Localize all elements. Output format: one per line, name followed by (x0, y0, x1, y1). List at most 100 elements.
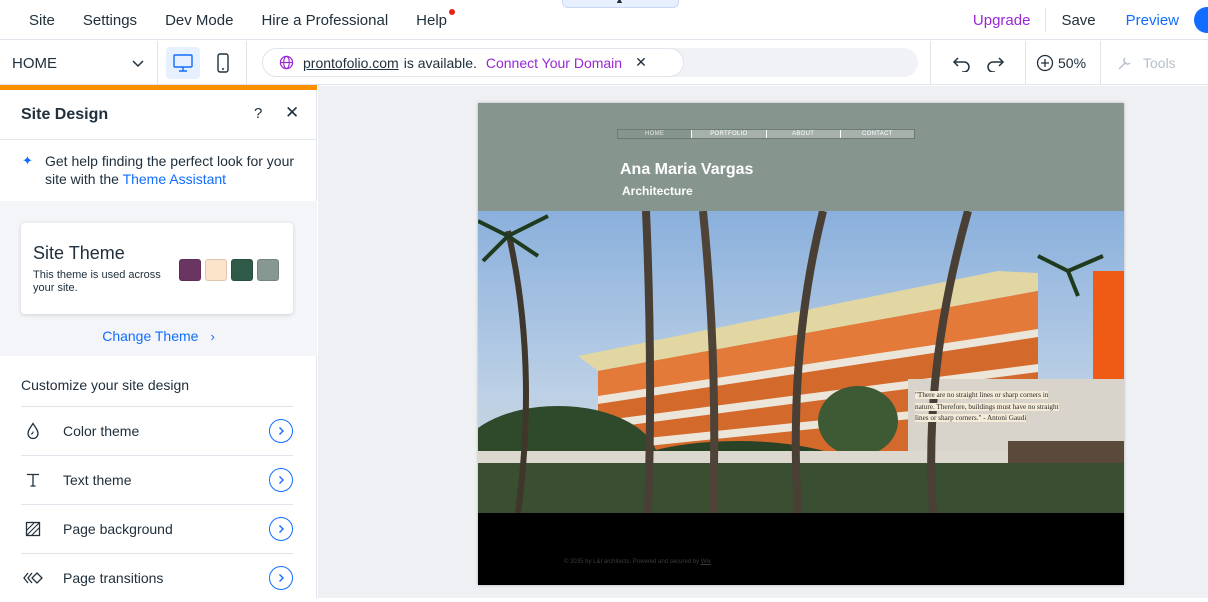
chevron-right-icon (269, 517, 293, 541)
redo-button[interactable] (983, 51, 1007, 75)
divider (1100, 41, 1101, 85)
assistant-text: Get help finding the perfect look for yo… (45, 152, 302, 188)
gaudi-quote[interactable]: "There are no straight lines or sharp co… (915, 390, 1063, 425)
option-page-background[interactable]: Page background (21, 504, 293, 553)
site-nav-menu[interactable]: HOME PORTFOLIO ABOUT CONTACT (617, 129, 915, 139)
domain-status: is available. (403, 54, 477, 71)
background-icon (22, 518, 44, 540)
site-nav-home[interactable]: HOME (618, 130, 693, 138)
change-theme-link[interactable]: Change Theme › (0, 328, 317, 344)
divider (930, 41, 931, 85)
close-panel-button[interactable]: ✕ (285, 103, 299, 123)
globe-icon (279, 55, 294, 70)
site-header[interactable]: HOME PORTFOLIO ABOUT CONTACT Ana Maria V… (478, 103, 1124, 211)
domain-link[interactable]: prontofolio.com (303, 55, 399, 71)
tools-label: Tools (1143, 55, 1176, 71)
mobile-view-button[interactable] (206, 47, 240, 79)
menu-help[interactable]: Help (402, 8, 461, 29)
color-swatch (179, 259, 201, 281)
panel-accent-line (0, 85, 317, 90)
color-swatch (231, 259, 253, 281)
menu-hire-professional[interactable]: Hire a Professional (247, 12, 402, 29)
site-nav-contact[interactable]: CONTACT (840, 130, 914, 138)
hero-image[interactable]: "There are no straight lines or sharp co… (478, 211, 1124, 513)
theme-section: Site Theme This theme is used across you… (0, 201, 317, 356)
top-bar: Site Settings Dev Mode Hire a Profession… (0, 0, 1208, 40)
menu-site[interactable]: Site (0, 12, 69, 29)
site-nav-portfolio[interactable]: PORTFOLIO (692, 130, 767, 138)
wix-link[interactable]: Wix (701, 559, 711, 565)
menu-help-label: Help (416, 11, 448, 29)
panel-title: Site Design (21, 106, 109, 123)
color-swatch (257, 259, 279, 281)
site-name[interactable]: Ana Maria Vargas (620, 161, 753, 179)
desktop-icon (173, 54, 193, 72)
page-selector-label: HOME (12, 54, 57, 72)
theme-swatches (179, 259, 279, 281)
site-footer[interactable]: © 2035 by L&I architects. Powered and se… (564, 559, 711, 565)
site-preview[interactable]: HOME PORTFOLIO ABOUT CONTACT Ana Maria V… (478, 103, 1124, 585)
chevron-down-icon (132, 60, 144, 68)
divider (246, 41, 247, 85)
connect-domain-link[interactable]: Connect Your Domain (486, 55, 622, 71)
chevron-up-icon: ▲ (615, 0, 624, 5)
site-subtitle[interactable]: Architecture (622, 184, 693, 198)
chevron-right-icon (269, 419, 293, 443)
building-photo (478, 211, 1124, 513)
undo-button[interactable] (950, 51, 974, 75)
url-bar: prontofolio.com is available. Connect Yo… (262, 48, 918, 77)
color-swatch (205, 259, 227, 281)
option-text-theme[interactable]: Text theme (21, 455, 293, 504)
mobile-icon (217, 53, 229, 73)
notification-dot (449, 8, 456, 15)
zoom-control[interactable]: 50% (1036, 41, 1086, 85)
site-design-panel: Site Design ? ✕ ✦ Get help finding the p… (0, 85, 317, 598)
publish-button[interactable] (1194, 7, 1208, 33)
site-theme-description: This theme is used across your site. (33, 269, 161, 294)
site-theme-card[interactable]: Site Theme This theme is used across you… (21, 223, 293, 314)
tools-icon (1118, 57, 1131, 70)
chevron-right-icon: › (210, 329, 215, 344)
tools-button[interactable]: Tools (1116, 41, 1176, 85)
divider (1025, 41, 1026, 85)
site-theme-title: Site Theme (33, 243, 125, 263)
editor-toolbar: HOME prontofolio.com is available. Conne… (0, 41, 1208, 85)
divider (0, 139, 317, 140)
droplet-icon (22, 420, 44, 442)
upgrade-button[interactable]: Upgrade (973, 12, 1046, 29)
desktop-view-button[interactable] (166, 47, 200, 79)
option-page-transitions[interactable]: Page transitions (21, 553, 293, 602)
chevron-right-icon (269, 468, 293, 492)
gaudi-quote-text: "There are no straight lines or sharp co… (915, 391, 1059, 422)
customize-heading: Customize your site design (21, 377, 190, 393)
help-button[interactable]: ? (254, 105, 262, 122)
theme-assistant-link[interactable]: Theme Assistant (123, 171, 227, 187)
redo-icon (987, 57, 1005, 72)
text-icon (22, 469, 44, 491)
zoom-level: 50% (1058, 55, 1087, 71)
save-button[interactable]: Save (1046, 12, 1110, 29)
undo-icon (952, 57, 970, 72)
site-nav-about[interactable]: ABOUT (766, 130, 841, 138)
menu-dev-mode[interactable]: Dev Mode (151, 12, 247, 29)
option-label: Color theme (63, 423, 140, 439)
option-label: Page transitions (63, 570, 164, 586)
top-menu: Site Settings Dev Mode Hire a Profession… (0, 0, 461, 40)
collapse-tab[interactable]: ▲ (562, 0, 679, 8)
option-label: Text theme (63, 472, 132, 488)
change-theme-label: Change Theme (102, 328, 199, 344)
chevron-right-icon (269, 566, 293, 590)
site-footer-text: © 2035 by L&I architects. Powered and se… (564, 559, 701, 565)
close-icon[interactable]: ✕ (635, 54, 647, 71)
menu-settings[interactable]: Settings (69, 12, 151, 29)
domain-banner: prontofolio.com is available. Connect Yo… (262, 48, 684, 77)
preview-button[interactable]: Preview (1111, 12, 1194, 29)
theme-assistant-prompt: ✦ Get help finding the perfect look for … (22, 152, 302, 188)
zoom-in-icon (1036, 54, 1054, 72)
option-color-theme[interactable]: Color theme (21, 406, 293, 455)
page-selector[interactable]: HOME (0, 41, 158, 85)
sparkle-icon: ✦ (22, 153, 33, 168)
top-actions: Upgrade Save Preview (973, 0, 1208, 40)
option-label: Page background (63, 521, 173, 537)
editor-canvas: HOME PORTFOLIO ABOUT CONTACT Ana Maria V… (318, 86, 1208, 598)
